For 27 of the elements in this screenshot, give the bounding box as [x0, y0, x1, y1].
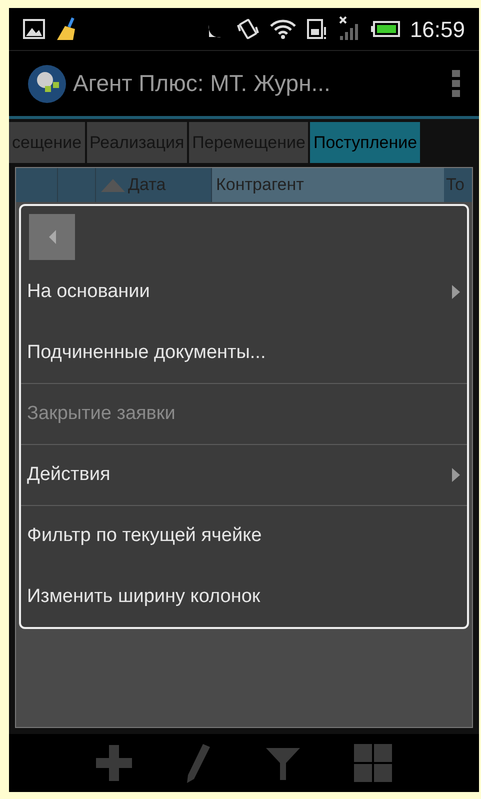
filter-icon[interactable]: [264, 745, 301, 781]
menu-item[interactable]: На основании: [21, 261, 467, 322]
sort-ascending-icon: [100, 177, 126, 193]
grid-icon[interactable]: [354, 744, 392, 782]
app-title: Агент Плюс: МТ. Журн...: [73, 69, 332, 98]
add-icon[interactable]: [96, 745, 132, 781]
back-arrow-icon: [47, 229, 57, 245]
menu-item[interactable]: Изменить ширину колонок: [21, 566, 467, 627]
sim-card-icon: [306, 17, 328, 41]
menu-item[interactable]: Действия: [21, 444, 467, 505]
vibrate-icon: [236, 17, 260, 41]
back-button[interactable]: [29, 214, 75, 260]
image-icon: [23, 19, 45, 39]
menu-item[interactable]: Подчиненные документы...: [21, 322, 467, 383]
wifi-icon: [270, 18, 296, 40]
menu-item[interactable]: Фильтр по текущей ячейке: [21, 505, 467, 566]
submenu-arrow-icon: [451, 467, 461, 483]
column-header[interactable]: Дата: [128, 172, 166, 198]
status-time: 16:59: [410, 16, 465, 44]
pencil-icon[interactable]: [185, 743, 212, 783]
tab[interactable]: Поступление: [310, 122, 420, 163]
column-header[interactable]: То: [446, 172, 465, 198]
app-logo-icon: [27, 64, 67, 104]
overflow-menu-icon[interactable]: [451, 68, 461, 98]
submenu-arrow-icon: [451, 284, 461, 300]
signal-icon: [338, 16, 360, 42]
battery-icon: [370, 20, 400, 38]
